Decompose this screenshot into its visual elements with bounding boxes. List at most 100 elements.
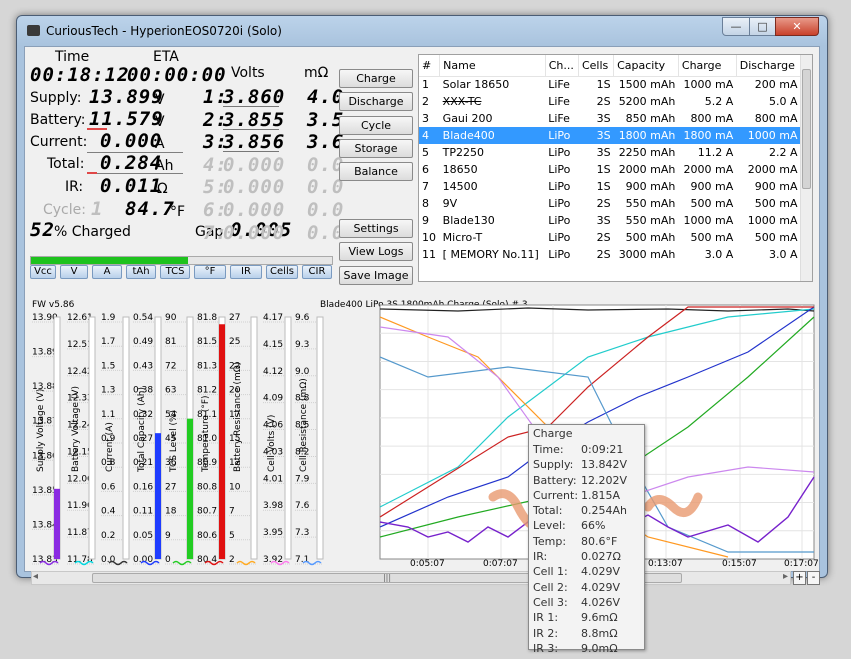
gauge-tick-label: 4.15 — [263, 340, 283, 350]
table-cell: 11.2 A — [697, 146, 734, 159]
table-scroll-thumb[interactable] — [802, 69, 811, 189]
tooltip-row: Supply: 13.842V — [533, 458, 640, 473]
table-row[interactable]: 8 9V LiPo 2S 550 mAh 500 mA 500 mA — [419, 195, 801, 212]
gauge-axis-label: Cell Volts (V) — [267, 415, 277, 472]
table-row[interactable]: 10 Micro-T LiPo 2S 500 mAh 500 mA 500 mA — [419, 229, 801, 246]
gauge-axis-label: Total Capacity (Ah) — [137, 387, 147, 473]
table-cell: 4 — [419, 127, 440, 144]
table-cell: LiPo — [548, 180, 571, 193]
column-header[interactable]: Ch... — [545, 55, 579, 77]
table-row[interactable]: 11 [ MEMORY No.11] LiPo 2S 3000 mAh 3.0 A 3.0 … — [419, 246, 801, 263]
toggle-1[interactable]: V — [60, 265, 88, 279]
column-header[interactable]: Discharge — [736, 55, 802, 77]
column-header[interactable]: Name — [439, 55, 546, 77]
gauge-tick-label: 27 — [229, 313, 240, 323]
battery-profile-list[interactable]: # Name Ch... Cells Capacity Charge Discharge 1… — [418, 54, 813, 282]
gauge-tick-label: 90 — [165, 313, 177, 323]
gauge-tick-label: 0.11 — [133, 507, 153, 517]
tooltip-key: Cell 1: — [533, 565, 568, 579]
gauge-tick-label: 0.05 — [133, 531, 153, 541]
mohm-label: mΩ — [304, 65, 329, 81]
storage-button[interactable]: Storage — [339, 139, 413, 158]
table-cell: 550 mAh — [625, 197, 676, 210]
table-cell: 2000 mA — [683, 163, 734, 176]
table-cell: LiPo — [548, 248, 571, 261]
tooltip-row: Current: 1.815A — [533, 489, 640, 504]
gauge-tick-label: 0.4 — [101, 507, 116, 517]
table-cell: LiPo — [548, 163, 571, 176]
toggle-3[interactable]: tAh — [126, 265, 156, 279]
minimize-button[interactable]: — — [722, 17, 750, 36]
toggle-8[interactable]: CIR — [302, 265, 332, 279]
gauge-tick-label: 1.5 — [101, 361, 115, 371]
tooltip-row: IR 2: 8.8mΩ — [533, 627, 640, 642]
column-header[interactable]: Capacity — [613, 55, 679, 77]
toggle-4[interactable]: TCS — [160, 265, 190, 279]
zoom-out-button[interactable]: - — [807, 571, 820, 585]
zoom-in-button[interactable]: + — [793, 571, 806, 585]
tooltip-rows: Time: 0:09:21 Supply: 13.842V Battery: 12.202… — [533, 443, 640, 657]
table-cell: XXX-TC — [442, 95, 482, 108]
table-cell: LiPo — [548, 214, 571, 227]
table-cell: 2S — [596, 95, 611, 108]
column-header[interactable]: Cells — [578, 55, 615, 77]
table-scrollbar[interactable] — [800, 55, 812, 281]
scroll-right-arrow[interactable]: ▸ — [783, 571, 788, 582]
table-cell: LiPo — [545, 127, 579, 144]
settings-button[interactable]: Settings — [339, 219, 413, 238]
table-cell: 5.2 A — [704, 95, 734, 108]
table-row[interactable]: 4 Blade400 LiPo 3S 1800 mAh 1800 mA 1000 mA — [419, 127, 801, 144]
table-cell: LiFe — [548, 78, 570, 92]
window-title: CuriousTech - HyperionEOS0720i (Solo) — [46, 24, 282, 38]
table-cell: LiPo — [548, 197, 571, 210]
balance-button[interactable]: Balance — [339, 162, 413, 181]
gauge-tick-label: 7.3 — [295, 528, 309, 538]
gauge-tick-label: 5 — [229, 531, 235, 541]
table-cell: 3 — [422, 112, 429, 125]
gauge-tick-label: 9.0 — [295, 367, 310, 377]
gauge-track — [284, 316, 292, 560]
save-image-button[interactable]: Save Image — [339, 266, 413, 285]
charged-pct-value: 52 — [30, 219, 55, 241]
table-cell: 3S — [578, 127, 614, 144]
tooltip-value: 12.202V — [581, 473, 628, 487]
cell-volts: 0.000 — [223, 176, 286, 199]
cycle-button[interactable]: Cycle — [339, 116, 413, 135]
tooltip-value: 1.815A — [581, 488, 621, 502]
graph-scrollbar[interactable]: ◂ ||| ▸ — [31, 571, 791, 585]
close-button[interactable]: ✕ — [775, 17, 819, 36]
toggle-2[interactable]: A — [92, 265, 122, 279]
table-row[interactable]: 5 TP2250 LiPo 3S 2250 mAh 11.2 A 2.2 A — [419, 144, 801, 161]
table-row[interactable]: 1 Solar 18650 LiFe 1S 1500 mAh 1000 mA 200 mA — [419, 76, 801, 93]
column-header[interactable]: # — [419, 55, 441, 77]
tooltip-value: 66% — [581, 519, 606, 533]
x-tick-label: 0:07:07 — [483, 559, 518, 567]
charge-button[interactable]: Charge — [339, 69, 413, 88]
gauge-fill — [155, 433, 161, 559]
table-cell: 500 mA — [754, 197, 798, 210]
maximize-button[interactable]: □ — [749, 17, 776, 36]
tooltip-value: 8.8mΩ — [581, 626, 618, 640]
tooltip-value: 9.0mΩ — [581, 641, 618, 655]
table-row[interactable]: 7 14500 LiPo 1S 900 mAh 900 mA 900 mA — [419, 178, 801, 195]
table-row[interactable]: 2 XXX-TC LiFe 2S 5200 mAh 5.2 A 5.0 A — [419, 93, 801, 110]
tooltip-key: Time: — [533, 443, 564, 456]
table-cell: 1800 mA — [678, 127, 737, 144]
gauge-3: 0.540.490.430.380.320.270.210.160.110.05… — [133, 313, 162, 566]
toggle-5[interactable]: °F — [194, 265, 226, 279]
gauge-fill — [219, 324, 225, 559]
table-row[interactable]: 3 Gaui 200 LiFe 3S 850 mAh 800 mA 800 mA — [419, 110, 801, 127]
table-row[interactable]: 6 18650 LiPo 1S 2000 mAh 2000 mA 2000 mA — [419, 161, 801, 178]
column-header[interactable]: Charge — [678, 55, 737, 77]
toggle-0[interactable]: Vcc — [30, 265, 56, 279]
tooltip-value: 4.026V — [581, 595, 621, 609]
scroll-left-arrow[interactable]: ◂ — [33, 571, 38, 582]
title-bar[interactable]: CuriousTech - HyperionEOS0720i (Solo) — … — [17, 16, 827, 46]
discharge-button[interactable]: Discharge — [339, 92, 413, 111]
tooltip-row: Cell 2: 4.029V — [533, 581, 640, 596]
table-row[interactable]: 9 Blade130 LiPo 3S 550 mAh 1000 mA 1000 mA — [419, 212, 801, 229]
view-logs-button[interactable]: View Logs — [339, 242, 413, 261]
toggle-6[interactable]: IR — [230, 265, 262, 279]
toggle-7[interactable]: Cells — [266, 265, 298, 279]
table-cell: 14500 — [442, 180, 478, 193]
